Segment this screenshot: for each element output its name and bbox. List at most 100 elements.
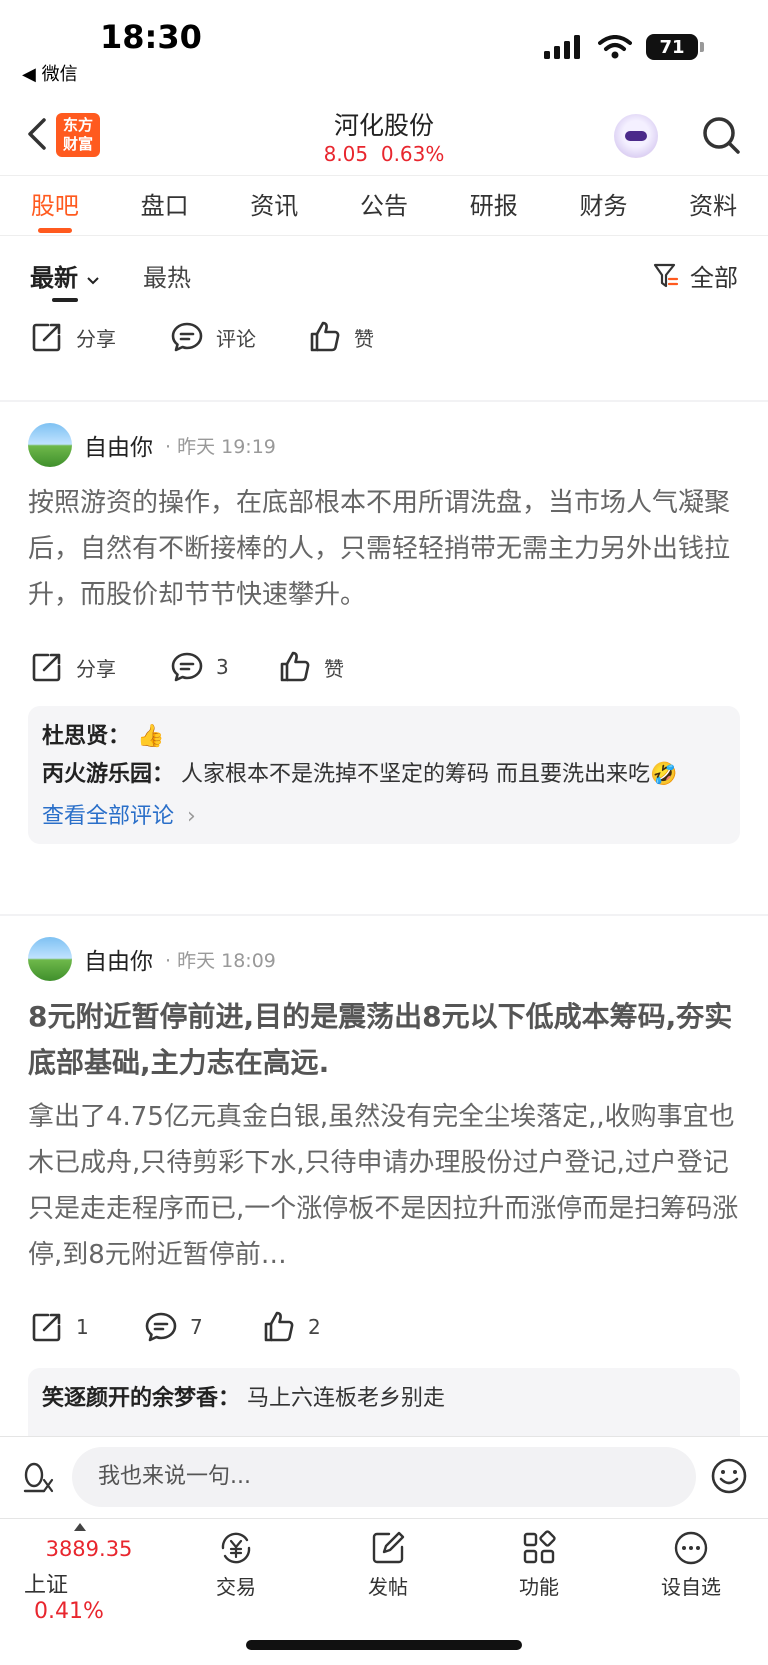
tab-pankou[interactable]: 盘口 [110,176,220,235]
signal-icon [544,35,580,59]
comment-text: 👍 [137,724,165,749]
divider [0,400,768,402]
nav-trade[interactable]: 交易 [191,1529,281,1600]
comment-count: 7 [190,1315,203,1339]
avatar[interactable] [28,423,72,467]
like-button[interactable]: 赞 [278,650,344,684]
index-ticker[interactable]: 3889.35 上证 0.41% [24,1537,154,1624]
nav-functions-label: 功能 [519,1575,559,1599]
avatar[interactable] [28,937,72,981]
sort-hot[interactable]: 最热 [143,258,191,293]
post-actions: 分享 评论 赞 [0,312,768,362]
back-to-app-link[interactable]: ◀ 微信 [22,60,78,86]
index-change-pct: 0.41% [34,1599,104,1624]
share-count: 1 [76,1315,89,1339]
nav-post-label: 发帖 [368,1575,408,1599]
share-label: 分享 [76,326,116,351]
share-button[interactable]: 分享 [30,320,116,354]
share-button[interactable]: 分享 [30,650,116,684]
active-sort-indicator [52,298,78,302]
index-name: 上证 [24,1573,69,1598]
share-label: 分享 [76,656,116,681]
wifi-icon [598,35,632,59]
reply-input[interactable]: 我也来说一句... [72,1447,696,1507]
post-title[interactable]: 8元附近暂停前进,目的是震荡出8元以下低成本筹码,夯实底部基础,主力志在高远. [28,994,740,1086]
tab-finance[interactable]: 财务 [549,176,659,235]
comment-text: 人家根本不是洗掉不坚定的筹码 而且要洗出来吃🤣 [181,762,678,787]
like-button[interactable]: 2 [262,1310,321,1344]
battery-icon: 71 [646,34,704,60]
post-time: · 昨天 19:19 [165,435,276,458]
filter-row: 最新 最热 全部 [0,236,768,312]
comment-label: 评论 [216,326,256,351]
more-dots-icon [674,1531,708,1565]
divider [0,914,768,916]
caret-up-icon [74,1523,86,1531]
stock-header: 东方 财富 河化股份 8.05 0.63% [0,96,768,176]
comment-preview-box: 杜思贤： 👍 丙火游乐园： 人家根本不是洗掉不坚定的筹码 而且要洗出来吃🤣 查看… [28,706,740,844]
post-body[interactable]: 按照游资的操作，在底部根本不用所谓洗盘，当市场人气凝聚后，自然有不断接棒的人，只… [28,480,740,618]
tab-research[interactable]: 研报 [439,176,549,235]
share-icon [32,323,61,352]
post-body[interactable]: 拿出了4.75亿元真金白银,虽然没有完全尘埃落定,,收购事宜也木已成舟,只待剪彩… [28,1094,740,1278]
home-indicator[interactable] [246,1640,522,1650]
voice-translate-icon[interactable] [22,1461,56,1495]
ai-assistant-robot-icon[interactable] [614,114,658,158]
comment-author[interactable]: 杜思贤： [42,724,130,749]
status-time: 18:30 [100,18,202,56]
comment-text: 马上六连板老乡别走 [247,1386,446,1411]
chevron-right-icon: › [187,804,196,829]
thumbs-up-icon [310,321,340,352]
tab-announcements[interactable]: 公告 [329,176,439,235]
emoji-icon[interactable] [710,1457,748,1495]
filter-all-button[interactable]: 全部 [652,258,738,293]
comment-count: 3 [216,655,229,679]
tab-guba[interactable]: 股吧 [0,176,110,235]
post-author[interactable]: 自由你 [84,942,153,976]
tab-profile[interactable]: 资料 [658,176,768,235]
post-author[interactable]: 自由你 [84,428,153,462]
sort-latest-label: 最新 [30,264,78,292]
like-count: 2 [308,1315,321,1339]
comment-author[interactable]: 丙火游乐园： [42,762,174,787]
thumbs-up-icon [280,651,310,682]
comment-button[interactable]: 3 [170,650,229,684]
status-bar: 18:30 ◀ 微信 71 [0,0,768,96]
comment-icon [171,322,203,352]
post-header[interactable]: 自由你 · 昨天 18:09 [28,936,276,982]
nav-add-watchlist[interactable]: 设自选 [646,1529,736,1600]
nav-trade-label: 交易 [216,1575,256,1599]
like-label: 赞 [324,656,344,681]
comment-button[interactable]: 7 [144,1310,203,1344]
share-button[interactable]: 1 [30,1310,89,1344]
stock-price: 8.05 [323,142,369,166]
post-header[interactable]: 自由你 · 昨天 19:19 [28,422,276,468]
comment-item[interactable]: 丙火游乐园： 人家根本不是洗掉不坚定的筹码 而且要洗出来吃🤣 [42,758,726,792]
like-label: 赞 [354,326,374,351]
comment-button[interactable]: 评论 [170,320,256,354]
tab-news[interactable]: 资讯 [219,176,329,235]
share-icon [32,653,61,682]
stock-change-pct: 0.63% [380,142,445,166]
comment-item[interactable]: 笑逐颜开的余梦香： 马上六连板老乡别走 [42,1382,726,1416]
search-icon[interactable] [700,114,742,156]
filter-icon [653,263,679,287]
index-value: 3889.35 [45,1537,133,1561]
grid-apps-icon [523,1530,556,1564]
sort-latest-dropdown[interactable]: 最新 [30,258,100,293]
index-row: 上证 0.41% [24,1567,154,1624]
comment-icon [171,652,203,682]
share-icon [32,1313,61,1342]
like-button[interactable]: 赞 [308,320,374,354]
thumbs-up-icon [264,1311,294,1342]
view-all-comments-link[interactable]: 查看全部评论 › [42,798,726,830]
comment-author[interactable]: 笑逐颜开的余梦香： [42,1386,240,1411]
comment-preview-box: 笑逐颜开的余梦香： 马上六连板老乡别走 [28,1368,740,1436]
compose-icon [372,1531,405,1564]
nav-post[interactable]: 发帖 [343,1529,433,1600]
comment-item[interactable]: 杜思贤： 👍 [42,720,726,754]
nav-functions[interactable]: 功能 [494,1529,584,1600]
post-actions: 1 7 2 [0,1302,768,1352]
comment-icon [145,1312,177,1342]
view-all-label: 查看全部评论 [42,804,175,829]
